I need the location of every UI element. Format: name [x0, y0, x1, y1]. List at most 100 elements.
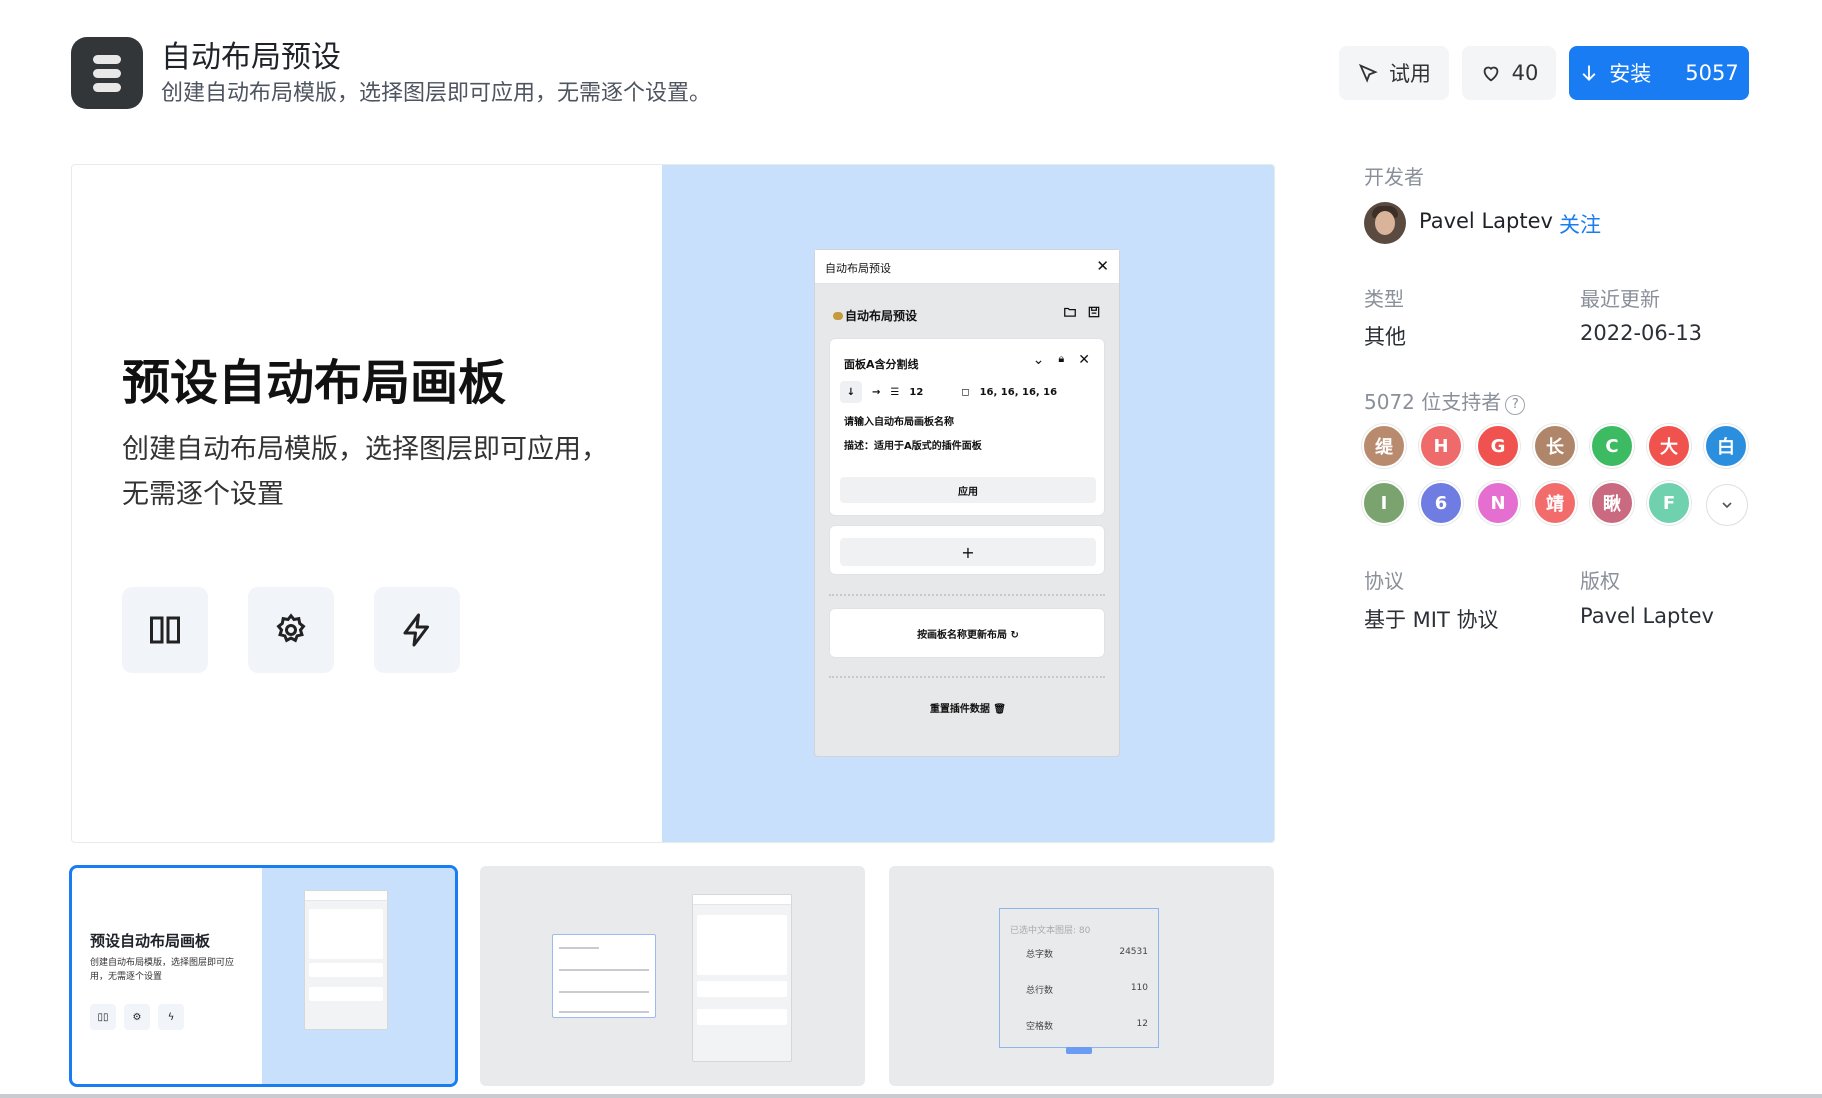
preview-title: 预设自动布局画板: [122, 355, 507, 411]
like-button[interactable]: 40: [1462, 46, 1556, 100]
lock-icon: 🔒︎: [1058, 352, 1065, 365]
lightning-icon: ϟ: [158, 1004, 184, 1030]
divider: [829, 676, 1105, 678]
mock-desc-line: 描述：适用于A版式的插件面板: [844, 441, 982, 452]
like-count: 40: [1511, 61, 1539, 85]
follow-button[interactable]: 关注: [1559, 209, 1601, 239]
supporter-avatar[interactable]: I: [1362, 481, 1406, 525]
size-badge: [1066, 1047, 1092, 1054]
supporter-avatar[interactable]: C: [1590, 424, 1634, 468]
mock-header: 自动布局预设: [833, 307, 917, 324]
thumb-right-panel: [262, 868, 455, 1084]
thumb-placeholder: 已选中文本图层: 80: [1010, 926, 1091, 936]
thumb-row-value: 12: [1136, 1019, 1148, 1029]
copyright-value: Pavel Laptev: [1580, 604, 1714, 628]
mock-plus-button: +: [840, 538, 1096, 566]
gear-icon: ⚙: [124, 1004, 150, 1030]
chevron-down-icon: [1722, 502, 1732, 509]
mock-spacing: 12: [909, 386, 924, 398]
expand-supporters-button[interactable]: [1706, 484, 1748, 526]
mock-reset-label: 重置插件数据 🗑︎: [815, 700, 1121, 715]
mock-layout-row: ↓ → ☰ 12 ◻ 16, 16, 16, 16: [840, 381, 1096, 403]
columns-icon: [122, 587, 208, 673]
plugin-title: 自动布局预设: [161, 40, 341, 75]
thumb-title: 预设自动布局画板: [90, 932, 211, 950]
try-button[interactable]: 试用: [1339, 46, 1449, 100]
lightning-icon: [374, 587, 460, 673]
plugin-detail-page: 自动布局预设 创建自动布局模版，选择图层即可应用，无需逐个设置。 试用 40 安…: [0, 0, 1822, 1098]
supporter-avatar[interactable]: 缇: [1362, 424, 1406, 468]
thumb-row-label: 总行数: [1026, 986, 1054, 996]
page-bottom-border: [0, 1094, 1822, 1098]
supporter-avatar[interactable]: 白: [1704, 424, 1748, 468]
gear-icon: [248, 587, 334, 673]
thumb-mini-text-panel: [552, 934, 656, 1018]
supporter-avatar[interactable]: N: [1476, 481, 1520, 525]
supporter-avatar[interactable]: 6: [1419, 481, 1463, 525]
supporter-avatar[interactable]: G: [1476, 424, 1520, 468]
padding-icon: ◻: [961, 386, 970, 398]
thumbnail-1[interactable]: 预设自动布局画板 创建自动布局模版，选择图层即可应用，无需逐个设置 ▯▯ ⚙ ϟ: [69, 865, 458, 1087]
mock-card-controls: ⌄ 🔒︎ ✕: [1033, 352, 1090, 368]
plugin-logo-icon: [71, 37, 143, 109]
chevron-down-icon: ⌄: [1032, 352, 1045, 368]
mock-plugin-window: 自动布局预设 ✕ 自动布局预设 面板A含分割线 ⌄ 🔒︎ ✕ ↓ → ☰ 12 …: [814, 249, 1120, 757]
thumb-stats-box: 已选中文本图层: 80 总字数 24531 总行数 110 空格数 12: [999, 908, 1159, 1054]
supporter-avatar[interactable]: F: [1647, 481, 1691, 525]
try-label: 试用: [1389, 62, 1431, 86]
developer-name[interactable]: Pavel Laptev: [1419, 209, 1553, 233]
help-icon[interactable]: ?: [1505, 395, 1526, 415]
thumb-row-value: 24531: [1119, 947, 1148, 957]
cursor-icon: [1358, 63, 1378, 83]
close-icon: ✕: [1078, 352, 1090, 368]
updated-value: 2022-06-13: [1580, 321, 1703, 345]
license-value: 基于 MIT 协议: [1364, 608, 1499, 632]
mock-name-line: 请输入自动布局画板名称: [844, 417, 954, 428]
developer-avatar[interactable]: [1364, 202, 1406, 244]
spacing-icon: ☰: [890, 386, 900, 398]
supporter-avatar[interactable]: 靖: [1533, 481, 1577, 525]
thumb-mini-window: [304, 890, 388, 1030]
mock-update-text: 按画板名称更新布局: [917, 630, 1008, 641]
divider: [829, 594, 1105, 596]
supporters-label: 5072 位支持者?: [1364, 386, 1526, 415]
save-icon: [1088, 306, 1100, 318]
columns-icon: ▯▯: [90, 1004, 116, 1030]
thumbnail-3[interactable]: 已选中文本图层: 80 总字数 24531 总行数 110 空格数 12: [889, 866, 1274, 1086]
type-value: 其他: [1364, 325, 1406, 349]
mock-preset-card: 面板A含分割线 ⌄ 🔒︎ ✕ ↓ → ☰ 12 ◻ 16, 16, 16, 16…: [829, 338, 1105, 516]
arrow-down-icon: ↓: [840, 381, 862, 403]
mock-update-label: 按画板名称更新布局 ↻: [830, 626, 1106, 641]
updated-label: 最近更新: [1580, 287, 1660, 311]
supporter-avatar[interactable]: H: [1419, 424, 1463, 468]
install-count: 5057: [1685, 61, 1739, 85]
thumb-desc: 创建自动布局模版，选择图层即可应用，无需逐个设置: [90, 958, 235, 982]
supporter-avatar[interactable]: 大: [1647, 424, 1691, 468]
mock-header-icons: [1063, 305, 1101, 319]
mock-card-title: 面板A含分割线: [844, 358, 919, 371]
refresh-icon: ↻: [1010, 630, 1019, 641]
thumbnail-2[interactable]: [480, 866, 865, 1086]
thumb-row-label: 总字数: [1026, 950, 1054, 960]
plugin-subtitle: 创建自动布局模版，选择图层即可应用，无需逐个设置。: [161, 81, 712, 106]
folder-icon: [1064, 307, 1076, 317]
heart-icon: [1483, 66, 1498, 82]
supporters-count: 5072 位支持者: [1364, 390, 1502, 414]
mock-window-title: 自动布局预设: [825, 262, 891, 275]
mock-header-label: 自动布局预设: [845, 309, 918, 323]
thumb-row-label: 空格数: [1026, 1022, 1054, 1032]
close-icon: ✕: [1096, 257, 1109, 275]
trash-icon: 🗑︎: [993, 704, 1007, 715]
developer-label: 开发者: [1364, 165, 1424, 189]
supporter-avatar[interactable]: 长: [1533, 424, 1577, 468]
install-button[interactable]: 安装 5057: [1569, 46, 1749, 100]
emoji-icon: [833, 312, 843, 320]
preview-left-panel: 预设自动布局画板 创建自动布局模版，选择图层即可应用，无需逐个设置: [72, 165, 662, 842]
copyright-label: 版权: [1580, 569, 1620, 593]
thumb-mini-window: [692, 894, 792, 1062]
mock-update-card: 按画板名称更新布局 ↻: [829, 608, 1105, 658]
arrow-right-icon: →: [872, 386, 881, 398]
supporter-avatar[interactable]: 瞅: [1590, 481, 1634, 525]
license-label: 协议: [1364, 569, 1404, 593]
mock-reset-text: 重置插件数据: [929, 704, 990, 715]
